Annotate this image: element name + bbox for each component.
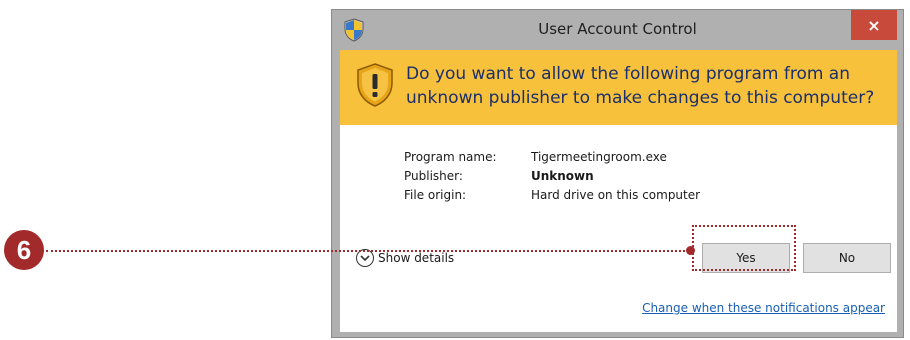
- uac-dialog: User Account Control × Do you want to al…: [331, 9, 904, 338]
- warning-shield-icon: [356, 62, 394, 108]
- publisher-label: Publisher:: [404, 169, 463, 183]
- close-icon: ×: [867, 15, 881, 35]
- program-info: Program name: Tigermeetingroom.exe Publi…: [404, 150, 700, 207]
- publisher-value: Unknown: [531, 169, 594, 183]
- close-button[interactable]: ×: [851, 10, 897, 40]
- warning-banner: Do you want to allow the following progr…: [340, 50, 897, 125]
- file-origin-value: Hard drive on this computer: [531, 188, 701, 202]
- publisher-row: Publisher: Unknown: [404, 169, 700, 188]
- program-name-row: Program name: Tigermeetingroom.exe: [404, 150, 700, 169]
- yes-button-highlight: [692, 225, 796, 271]
- step-number-badge: 6: [4, 230, 44, 270]
- show-details-label: Show details: [378, 251, 455, 265]
- file-origin-row: File origin: Hard drive on this computer: [404, 188, 700, 207]
- program-name-label: Program name:: [404, 150, 497, 164]
- dialog-content: Do you want to allow the following progr…: [340, 50, 897, 332]
- no-button[interactable]: No: [803, 243, 891, 273]
- callout-leader-line: [46, 250, 689, 252]
- window-title: User Account Control: [538, 20, 697, 38]
- file-origin-label: File origin:: [404, 188, 467, 202]
- step-number: 6: [16, 234, 32, 265]
- title-bar: User Account Control ×: [332, 10, 903, 50]
- change-notifications-link[interactable]: Change when these notifications appear: [642, 301, 885, 315]
- program-name-value: Tigermeetingroom.exe: [531, 150, 667, 164]
- uac-question: Do you want to allow the following progr…: [406, 64, 875, 108]
